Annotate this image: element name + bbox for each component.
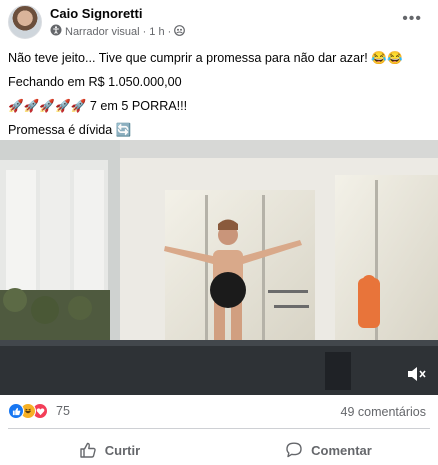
post-line: 🚀🚀🚀🚀🚀 7 em 5 PORRA!!!	[8, 99, 188, 113]
post-header: Caio Signoretti Narrador visual · 1 h · …	[0, 0, 438, 44]
post-meta: Narrador visual · 1 h ·	[50, 24, 186, 39]
post-time[interactable]: 1 h	[149, 26, 164, 38]
mute-icon[interactable]	[406, 365, 428, 383]
like-label: Curtir	[104, 442, 141, 458]
post-actions: Curtir Comentar	[0, 436, 438, 464]
divider	[8, 428, 430, 429]
accessibility-icon	[50, 24, 62, 39]
narrator-label[interactable]: Narrador visual	[65, 26, 140, 38]
comment-button[interactable]: Comentar	[219, 436, 438, 464]
more-dots-icon[interactable]: •••	[402, 10, 422, 28]
censor-blur	[210, 272, 246, 308]
meta-separator: ·	[167, 25, 172, 38]
thumbs-up-icon	[79, 441, 97, 459]
post-line: Não teve jeito... Tive que cumprir a pro…	[8, 51, 403, 65]
audience-friends-icon[interactable]	[174, 24, 186, 39]
post-video[interactable]	[0, 140, 438, 395]
meta-separator: ·	[142, 25, 147, 38]
post-line: Fechando em R$ 1.050.000,00	[8, 75, 182, 89]
reaction-count[interactable]: 75	[56, 404, 70, 418]
post-line: Promessa é dívida 🔄	[8, 123, 132, 137]
video-frame	[0, 140, 438, 395]
like-button[interactable]: Curtir	[0, 436, 219, 464]
post-text: Não teve jeito... Tive que cumprir a pro…	[8, 46, 432, 142]
like-reaction-icon	[8, 403, 24, 419]
author-name[interactable]: Caio Signoretti	[50, 6, 142, 21]
reaction-summary[interactable]: 75	[8, 403, 70, 419]
comments-count[interactable]: 49 comentários	[341, 405, 426, 419]
comment-label: Comentar	[311, 442, 372, 458]
avatar[interactable]	[8, 5, 42, 39]
comment-bubble-icon	[285, 441, 303, 459]
